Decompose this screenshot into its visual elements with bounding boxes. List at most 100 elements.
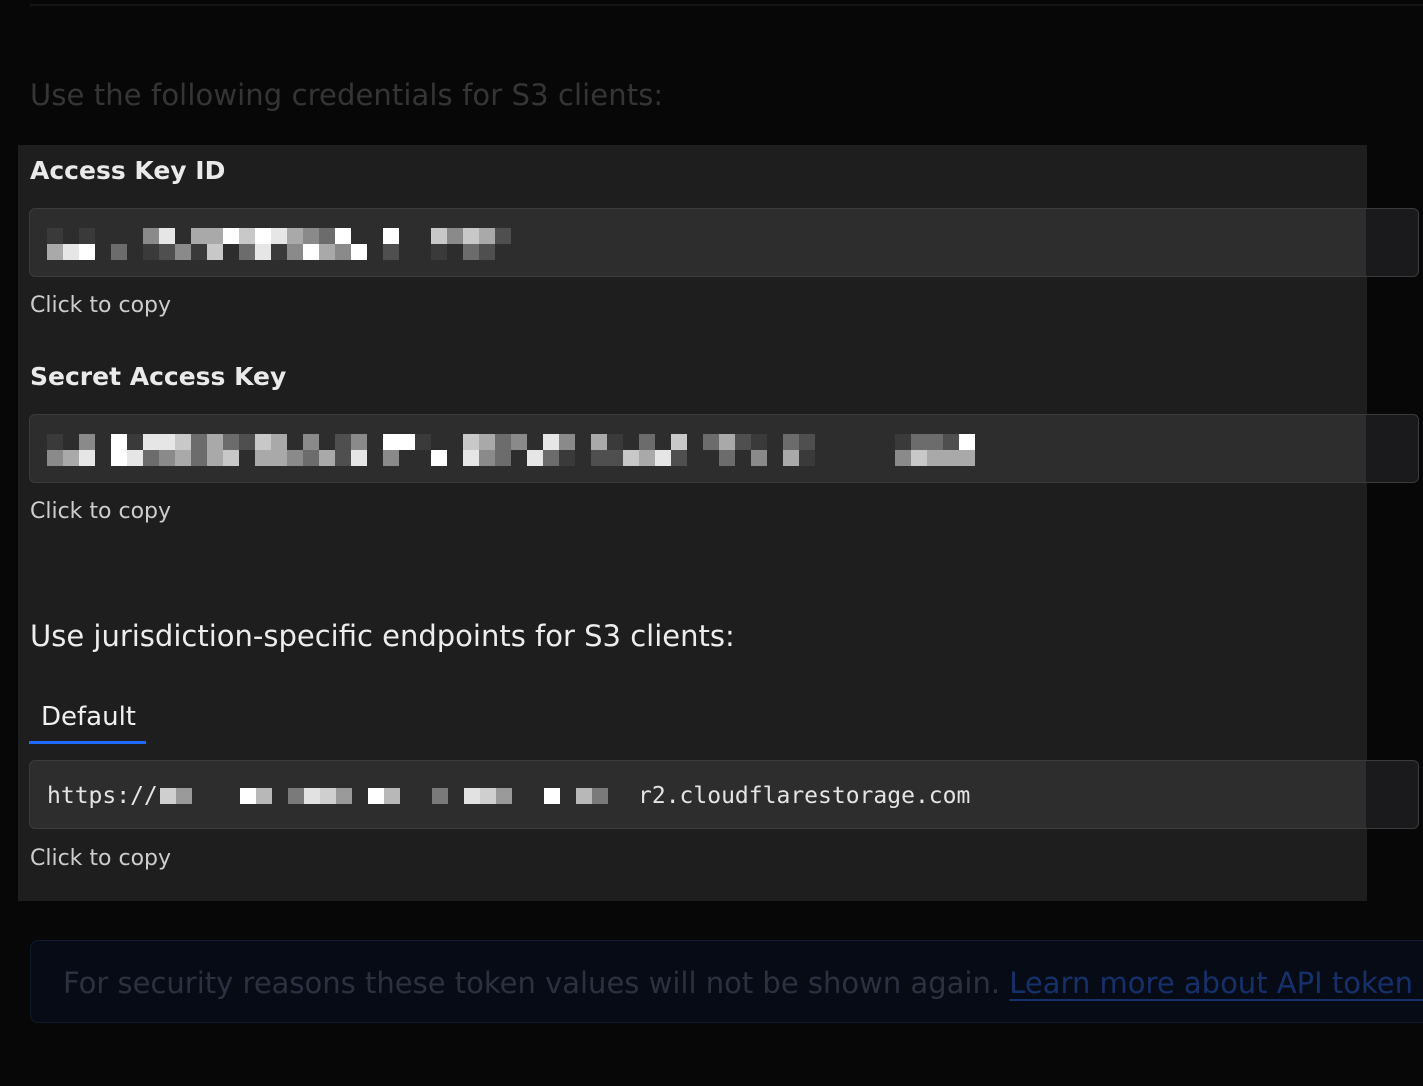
redaction-pixel (111, 450, 127, 466)
api-token-learn-more-link[interactable]: Learn more about API token g (1009, 966, 1423, 1000)
endpoint-copy-hint[interactable]: Click to copy (30, 845, 171, 873)
redaction-pixel (335, 228, 351, 244)
redaction-pixel (496, 788, 512, 804)
redaction-pixel (175, 434, 191, 450)
secret-key-field[interactable] (29, 414, 1419, 483)
redaction-pixel (255, 434, 271, 450)
redaction-pixel (431, 244, 447, 260)
tab-default[interactable]: Default (29, 696, 146, 744)
redaction-pixel (384, 788, 400, 804)
redaction-pixel (271, 434, 287, 450)
redaction-pixel (511, 434, 527, 450)
redaction-pixel (351, 434, 367, 450)
redaction-pixel (591, 434, 607, 450)
redaction-pixel (319, 450, 335, 466)
redaction-pixel (79, 228, 95, 244)
access-key-copy-hint[interactable]: Click to copy (30, 292, 171, 320)
redaction-pixel (559, 450, 575, 466)
redaction-pixel (255, 244, 271, 260)
endpoint-url-suffix: r2.cloudflarestorage.com (638, 783, 971, 809)
redaction-pixel (191, 434, 207, 450)
redaction-pixel (207, 450, 223, 466)
redaction-pixel (911, 450, 927, 466)
redaction-pixel (559, 434, 575, 450)
redaction-pixel (639, 450, 655, 466)
redaction-pixel (495, 434, 511, 450)
redaction-pixel (255, 450, 271, 466)
redaction-pixel (127, 450, 143, 466)
redaction-pixel (303, 244, 319, 260)
field-edge-shade (1366, 209, 1418, 276)
redaction-pixel (639, 434, 655, 450)
redaction-pixel (47, 450, 63, 466)
redaction-pixel (351, 244, 367, 260)
redaction-pixel (959, 450, 975, 466)
secret-key-label: Secret Access Key (30, 362, 287, 391)
redaction-pixel (63, 244, 79, 260)
redaction-pixel (111, 244, 127, 260)
redaction-pixel (335, 244, 351, 260)
redaction-pixel (335, 434, 351, 450)
redaction-pixel (415, 434, 431, 450)
redaction-pixel (303, 434, 319, 450)
redaction-pixel (47, 228, 63, 244)
redaction-pixel (495, 228, 511, 244)
redaction-pixel (543, 450, 559, 466)
access-key-label: Access Key ID (30, 156, 226, 185)
redaction-pixel (159, 450, 175, 466)
redaction-pixel (671, 450, 687, 466)
redaction-pixel (159, 434, 175, 450)
redaction-pixel (271, 228, 287, 244)
redaction-pixel (431, 450, 447, 466)
redaction-pixel (607, 450, 623, 466)
redaction-pixel (79, 450, 95, 466)
access-key-field[interactable] (29, 208, 1419, 277)
redaction-pixel (288, 788, 304, 804)
redaction-pixel (240, 788, 256, 804)
redaction-pixel (159, 244, 175, 260)
redaction-pixel (479, 450, 495, 466)
endpoint-url-field[interactable]: https:// r2.cloudflarestorage.com (29, 760, 1419, 829)
redaction-pixel (143, 450, 159, 466)
redaction-pixel (271, 244, 287, 260)
redaction-pixel (895, 434, 911, 450)
redaction-pixel (719, 434, 735, 450)
redaction-pixel (543, 434, 559, 450)
redaction-pixel (592, 788, 608, 804)
security-notice-banner: For security reasons these token values … (30, 940, 1423, 1023)
redaction-pixel (383, 450, 399, 466)
redaction-pixel (591, 450, 607, 466)
redaction-pixel (63, 450, 79, 466)
redaction-pixel (271, 450, 287, 466)
secret-key-copy-hint[interactable]: Click to copy (30, 498, 171, 526)
redaction-pixel (607, 434, 623, 450)
redaction-pixel (223, 228, 239, 244)
redaction-pixel (79, 244, 95, 260)
redaction-pixel (351, 450, 367, 466)
redaction-pixel (191, 244, 207, 260)
redaction-pixel (303, 450, 319, 466)
redaction-pixel (623, 450, 639, 466)
redaction-pixel (191, 228, 207, 244)
redaction-pixel (479, 244, 495, 260)
redaction-pixel (143, 434, 159, 450)
redaction-pixel (223, 434, 239, 450)
redaction-pixel (159, 228, 175, 244)
redaction-pixel (895, 450, 911, 466)
redaction-pixel (175, 244, 191, 260)
redaction-pixel (336, 788, 352, 804)
redaction-pixel (943, 434, 959, 450)
field-edge-shade (1366, 415, 1418, 482)
redaction-pixel (719, 450, 735, 466)
redaction-pixel (143, 228, 159, 244)
redaction-pixel (239, 244, 255, 260)
redaction-pixel (319, 244, 335, 260)
redaction-pixel (544, 788, 560, 804)
redaction-pixel (495, 450, 511, 466)
redaction-pixel (463, 244, 479, 260)
redaction-pixel (463, 450, 479, 466)
redaction-pixel (223, 450, 239, 466)
redaction-pixel (383, 244, 399, 260)
redaction-pixel (783, 434, 799, 450)
redaction-pixel (399, 434, 415, 450)
